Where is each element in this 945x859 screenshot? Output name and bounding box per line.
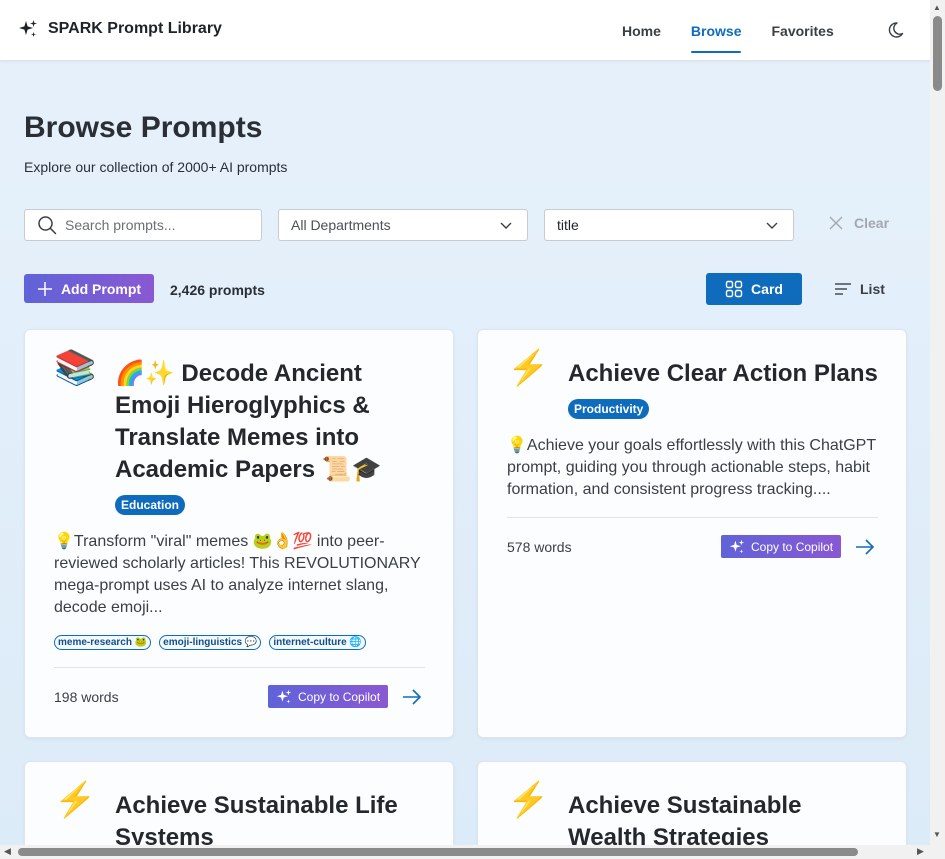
arrow-right-icon[interactable]	[855, 537, 875, 557]
scroll-up-arrow-icon[interactable]: ▲	[933, 3, 941, 12]
horizontal-scrollbar[interactable]: ◀ ▶	[0, 845, 945, 859]
sparkle-icon	[19, 20, 37, 37]
nav-favorites[interactable]: Favorites	[756, 0, 848, 61]
card-view-label: Card	[751, 281, 783, 297]
scroll-down-arrow-icon[interactable]: ▼	[933, 830, 941, 839]
copy-label: Copy to Copilot	[751, 539, 834, 554]
copy-label: Copy to Copilot	[298, 689, 381, 704]
page-subtitle: Explore our collection of 2000+ AI promp…	[24, 159, 288, 175]
word-count: 198 words	[54, 689, 119, 705]
clear-filters-button[interactable]: Clear	[828, 215, 889, 231]
word-count: 578 words	[507, 539, 572, 555]
card-view-button[interactable]: Card	[706, 273, 802, 305]
prompt-card[interactable]: ⚡ Achieve Sustainable Wealth Strategies	[477, 761, 907, 845]
card-title[interactable]: Achieve Sustainable Life Systems	[115, 790, 415, 845]
top-navigation-bar: SPARK Prompt Library Home Browse Favorit…	[0, 0, 930, 61]
horizontal-scroll-thumb[interactable]	[18, 848, 858, 856]
copy-to-copilot-button[interactable]: Copy to Copilot	[721, 535, 842, 558]
list-icon	[835, 283, 851, 295]
card-description: 💡Achieve your goals effortlessly with th…	[507, 437, 876, 498]
scroll-right-arrow-icon[interactable]: ▶	[917, 846, 924, 857]
prompt-count: 2,426 prompts	[170, 282, 265, 298]
dark-mode-toggle-icon[interactable]	[888, 20, 908, 40]
sort-select[interactable]: title	[544, 209, 794, 241]
tag-chip[interactable]: internet-culture 🌐	[269, 635, 366, 650]
plus-icon	[37, 281, 52, 296]
add-prompt-button[interactable]: Add Prompt	[24, 274, 154, 303]
card-description: 💡Transform "viral" memes 🐸👌💯 into peer-r…	[54, 533, 421, 616]
search-box	[24, 209, 262, 241]
add-prompt-label: Add Prompt	[60, 280, 142, 297]
arrow-right-icon[interactable]	[402, 687, 422, 707]
card-title[interactable]: 🌈✨ Decode Ancient Emoji Hieroglyphics & …	[115, 358, 415, 486]
chevron-down-icon	[500, 222, 512, 229]
card-emoji: ⚡	[54, 781, 97, 819]
vertical-scroll-thumb[interactable]	[933, 16, 942, 91]
sparkle-icon	[276, 689, 292, 703]
prompt-card[interactable]: ⚡ Achieve Clear Action Plans Productivit…	[477, 329, 907, 738]
tag-chip[interactable]: meme-research 🐸	[54, 635, 152, 650]
clear-label: Clear	[854, 215, 890, 231]
nav-home[interactable]: Home	[607, 0, 676, 61]
main-nav: Home Browse Favorites	[607, 0, 849, 61]
close-icon	[829, 216, 843, 230]
scroll-left-arrow-icon[interactable]: ◀	[4, 846, 11, 857]
sparkle-icon	[729, 539, 745, 553]
category-badge: Education	[115, 495, 186, 515]
list-view-button[interactable]: List	[834, 281, 885, 297]
category-badge: Productivity	[568, 399, 650, 419]
search-input[interactable]	[65, 217, 245, 233]
card-divider	[54, 667, 425, 668]
card-divider	[507, 517, 878, 518]
tag-chip[interactable]: emoji-linguistics 💬	[159, 635, 262, 650]
grid-icon	[725, 280, 743, 298]
prompt-card[interactable]: ⚡ Achieve Sustainable Life Systems	[24, 761, 454, 845]
app-viewport: SPARK Prompt Library Home Browse Favorit…	[0, 0, 930, 845]
sort-select-value: title	[557, 217, 579, 233]
tag-list: meme-research 🐸 emoji-linguistics 💬 inte…	[54, 635, 366, 650]
vertical-scrollbar[interactable]: ▲ ▼	[930, 0, 945, 845]
copy-to-copilot-button[interactable]: Copy to Copilot	[268, 685, 389, 708]
card-emoji: ⚡	[507, 349, 550, 387]
prompt-card[interactable]: 📚 🌈✨ Decode Ancient Emoji Hieroglyphics …	[24, 329, 454, 738]
card-emoji: 📚	[54, 349, 97, 387]
brand[interactable]: SPARK Prompt Library	[18, 19, 222, 39]
card-emoji: ⚡	[507, 781, 550, 819]
list-view-label: List	[860, 281, 885, 297]
brand-title: SPARK Prompt Library	[48, 20, 222, 37]
nav-browse[interactable]: Browse	[676, 0, 757, 61]
search-icon	[38, 216, 57, 235]
card-title[interactable]: Achieve Clear Action Plans	[568, 358, 898, 390]
department-select[interactable]: All Departments	[278, 209, 528, 241]
department-select-value: All Departments	[291, 217, 391, 233]
page-title: Browse Prompts	[24, 111, 263, 144]
chevron-down-icon	[766, 222, 778, 229]
card-title[interactable]: Achieve Sustainable Wealth Strategies	[568, 790, 868, 845]
